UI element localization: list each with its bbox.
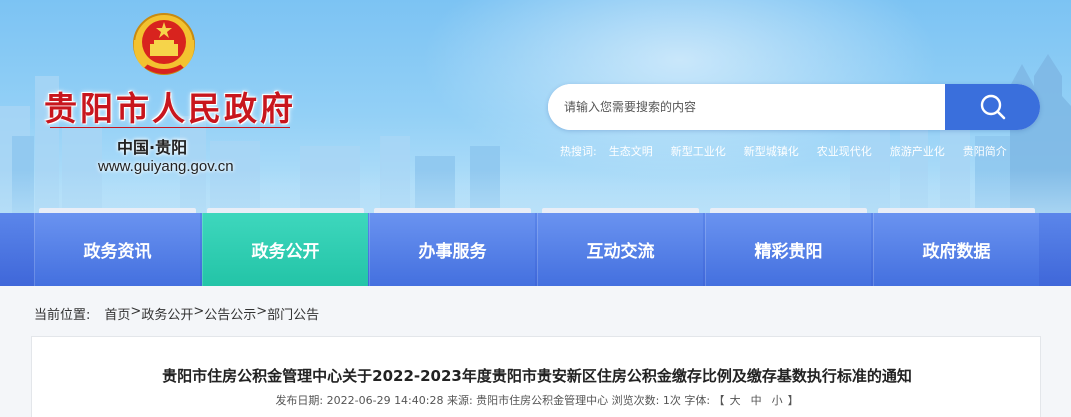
search-input[interactable] — [548, 84, 945, 130]
nav-item-label: 办事服务 — [418, 242, 487, 262]
main-nav: 政务资讯 政务公开 办事服务 互动交流 精彩贵阳 政府数据 — [0, 208, 1071, 286]
breadcrumb-separator: > — [193, 304, 205, 319]
nav-tab-cap — [710, 208, 867, 213]
breadcrumb-link[interactable]: 首页 — [104, 304, 130, 323]
article-meta-suffix: 】 — [787, 394, 799, 407]
breadcrumb-link[interactable]: 部门公告 — [267, 304, 319, 323]
font-size-medium-button[interactable]: 中 — [751, 394, 762, 407]
font-size-small-button[interactable]: 小 — [772, 394, 783, 407]
breadcrumb: 当前位置: 首页 > 政务公开 > 公告公示 > 部门公告 — [34, 304, 319, 323]
national-emblem-icon — [133, 13, 195, 75]
nav-item-label: 互动交流 — [586, 242, 655, 262]
nav-tab-cap — [39, 208, 196, 213]
breadcrumb-link[interactable]: 政务公开 — [141, 304, 193, 323]
nav-item-gov-data[interactable]: 政府数据 — [873, 208, 1039, 286]
nav-item-gov-affairs-open[interactable]: 政务公开 — [202, 208, 368, 286]
breadcrumb-separator: > — [256, 304, 268, 319]
article-meta: 发布日期: 2022-06-29 14:40:28 来源: 贵阳市住房公积金管理… — [32, 392, 1042, 408]
nav-item-news[interactable]: 政务资讯 — [34, 208, 200, 286]
hot-search-term[interactable]: 农业现代化 — [817, 143, 872, 159]
search-button[interactable] — [945, 84, 1040, 130]
breadcrumb-separator: > — [130, 304, 142, 319]
site-url: www.guiyang.gov.cn — [98, 158, 234, 175]
nav-item-wonderful-guiyang[interactable]: 精彩贵阳 — [705, 208, 871, 286]
site-subtitle: 中国·贵阳 — [117, 138, 188, 157]
title-divider — [50, 127, 290, 128]
hot-search-label: 热搜词: — [560, 145, 597, 158]
hot-search-term[interactable]: 旅游产业化 — [890, 143, 945, 159]
nav-tab-cap — [374, 208, 531, 213]
hot-search-term[interactable]: 新型工业化 — [671, 143, 726, 159]
site-title: 贵阳市人民政府 — [44, 89, 296, 128]
nav-item-label: 政务资讯 — [83, 242, 152, 262]
hot-search-list: 热搜词: 生态文明 新型工业化 新型城镇化 农业现代化 旅游产业化 贵阳简介 — [560, 143, 1025, 159]
nav-item-label: 精彩贵阳 — [754, 242, 823, 262]
article-title: 贵阳市住房公积金管理中心关于2022-2023年度贵阳市贵安新区住房公积金缴存比… — [162, 367, 912, 385]
breadcrumb-label: 当前位置: — [34, 308, 91, 323]
hot-search-term[interactable]: 生态文明 — [609, 143, 653, 159]
nav-tab-cap — [207, 208, 364, 213]
nav-item-services[interactable]: 办事服务 — [369, 208, 535, 286]
hot-search-term[interactable]: 新型城镇化 — [744, 143, 799, 159]
search-bar — [548, 84, 1040, 130]
breadcrumb-link[interactable]: 公告公示 — [204, 304, 256, 323]
font-size-large-button[interactable]: 大 — [730, 394, 741, 407]
search-icon — [980, 94, 1005, 120]
article-card: 贵阳市住房公积金管理中心关于2022-2023年度贵阳市贵安新区住房公积金缴存比… — [31, 336, 1041, 417]
nav-tab-cap — [542, 208, 699, 213]
article-meta-info: 发布日期: 2022-06-29 14:40:28 来源: 贵阳市住房公积金管理… — [275, 394, 725, 407]
nav-tab-cap — [878, 208, 1035, 213]
nav-item-interaction[interactable]: 互动交流 — [537, 208, 703, 286]
hot-search-term[interactable]: 贵阳简介 — [963, 143, 1007, 159]
nav-item-label: 政府数据 — [922, 242, 991, 262]
nav-item-label: 政务公开 — [251, 242, 320, 262]
